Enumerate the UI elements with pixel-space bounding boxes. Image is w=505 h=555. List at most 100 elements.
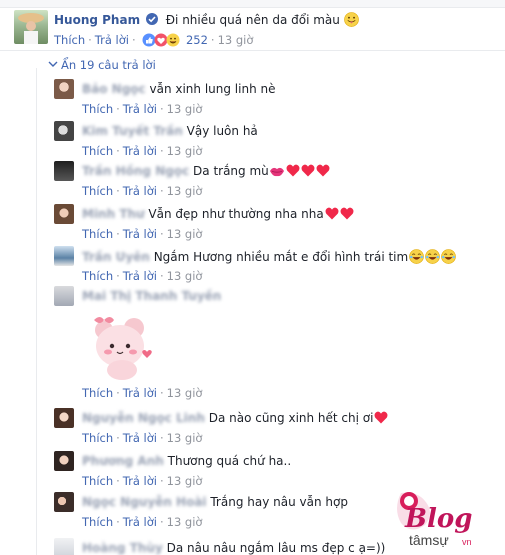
like-button[interactable]: Thích (82, 102, 113, 116)
laughing-emoji-icon (441, 249, 457, 264)
sticker-image (82, 308, 162, 384)
reply-button[interactable]: Trả lời (123, 431, 157, 445)
like-button[interactable]: Thích (82, 474, 113, 488)
reply-button[interactable]: Trả lời (123, 144, 157, 158)
reply-text-line: Trần Uyên Ngắm Hương nhiều mắt e đổi hìn… (82, 249, 457, 264)
reply-author[interactable]: Hoàng Thùy (82, 541, 163, 555)
reply-text: Da nào cũng xinh hết chị ơi (208, 411, 374, 425)
reply-text: Vẫn đẹp như thường nha nha (148, 207, 324, 221)
reply-avatar[interactable] (54, 79, 74, 99)
heart-emoji-icon (374, 411, 388, 424)
reply-actions: Thích · Trả lời · 13 giờ (82, 184, 203, 198)
reply-item: Nguyễn Ngọc Linh Da nào cũng xinh hết ch… (54, 408, 494, 448)
reactions-icon[interactable] (142, 33, 182, 47)
reply-avatar[interactable] (54, 538, 74, 555)
watermark-suffix: vn (462, 537, 472, 547)
reply-actions: Thích · Trả lời · 13 giờ (82, 269, 203, 283)
watermark-sub: tâmsự (409, 532, 449, 548)
tongue-emoji-icon (343, 12, 359, 27)
reply-avatar[interactable] (54, 286, 74, 306)
reply-author[interactable]: Trần Hồng Ngọc (82, 164, 189, 178)
reply-text: Da nâu nâu ngắm lâu ms đẹp c ạ=)) (166, 541, 386, 555)
reply-actions: Thích · Trả lời · 13 giờ (82, 386, 203, 400)
reply-button[interactable]: Trả lời (123, 227, 157, 241)
reply-avatar[interactable] (54, 161, 74, 181)
comment-time[interactable]: 13 giờ (167, 515, 203, 529)
laughing-emoji-icon (425, 249, 441, 264)
reply-actions: Thích · Trả lời · 13 giờ (82, 474, 203, 488)
reply-author[interactable]: Nguyễn Ngọc Linh (82, 411, 205, 425)
reply-avatar[interactable] (54, 451, 74, 471)
main-comment-actions: Thích · Trả lời · 252 · 13 giờ (54, 33, 254, 47)
heart-emoji-icon (340, 207, 354, 220)
reply-item: Minh Thư Vẫn đẹp như thường nha nha Thích… (54, 204, 494, 244)
reply-author[interactable]: Mai Thị Thanh Tuyền (82, 289, 221, 303)
like-button[interactable]: Thích (82, 227, 113, 241)
like-button[interactable]: Thích (82, 431, 113, 445)
like-button[interactable]: Thích (82, 144, 113, 158)
like-button[interactable]: Thích (82, 184, 113, 198)
reply-button[interactable]: Trả lời (123, 474, 157, 488)
reply-avatar[interactable] (54, 204, 74, 224)
like-button[interactable]: Thích (54, 33, 85, 47)
reply-text: Ngắm Hương nhiều mắt e đổi hình trái tim (153, 250, 409, 264)
reply-author[interactable]: Bảo Ngọc (82, 82, 146, 96)
reply-author[interactable]: Ngọc Nguyễn Hoài (82, 495, 207, 509)
main-comment-avatar[interactable] (14, 10, 48, 44)
hide-replies-toggle[interactable]: Ẩn 19 câu trả lời (48, 57, 156, 72)
reply-item: Trần Hồng Ngọc Da trắng mù Thích · Trả lời ·… (54, 161, 494, 201)
hide-replies-label[interactable]: Ẩn 19 câu trả lời (61, 58, 156, 72)
reply-avatar[interactable] (54, 408, 74, 428)
reply-text: vẫn xinh lung linh nè (149, 82, 276, 96)
reply-text-line: Nguyễn Ngọc Linh Da nào cũng xinh hết ch… (82, 411, 388, 425)
comment-time[interactable]: 13 giờ (167, 431, 203, 445)
reply-avatar[interactable] (54, 121, 74, 141)
reply-button[interactable]: Trả lời (123, 386, 157, 400)
main-comment-author[interactable]: Huong Pham (54, 13, 140, 27)
comment-time[interactable]: 13 giờ (167, 184, 203, 198)
reply-author[interactable]: Minh Thư (82, 207, 145, 221)
watermark-word: Blog (404, 504, 472, 534)
reply-item: Trần Uyên Ngắm Hương nhiều mắt e đổi hìn… (54, 246, 494, 286)
reply-item: Bảo Ngọc vẫn xinh lung linh nè Thích · Trả … (54, 79, 494, 119)
comment-time[interactable]: 13 giờ (167, 474, 203, 488)
reply-button[interactable]: Trả lời (95, 33, 129, 47)
comment-time[interactable]: 13 giờ (167, 269, 203, 283)
like-button[interactable]: Thích (82, 515, 113, 529)
reply-text-line: Bảo Ngọc vẫn xinh lung linh nè (82, 82, 275, 96)
reply-avatar[interactable] (54, 246, 74, 266)
reply-avatar[interactable] (54, 492, 74, 512)
reply-item: Kim Tuyết Trần Vậy luôn hả Thích · Trả lời ·… (54, 121, 494, 161)
reply-text-line: Kim Tuyết Trần Vậy luôn hả (82, 124, 258, 138)
reply-button[interactable]: Trả lời (123, 269, 157, 283)
reply-author[interactable]: Trần Uyên (82, 250, 150, 264)
comment-time[interactable]: 13 giờ (167, 102, 203, 116)
reply-actions: Thích · Trả lời · 13 giờ (82, 515, 203, 529)
heart-emoji-icon (325, 207, 339, 220)
comment-time[interactable]: 13 giờ (167, 144, 203, 158)
laughing-emoji-icon (409, 249, 425, 264)
reply-button[interactable]: Trả lời (123, 102, 157, 116)
reply-text: Vậy luôn hả (186, 124, 258, 138)
heart-emoji-icon (286, 164, 300, 177)
like-button[interactable]: Thích (82, 269, 113, 283)
reply-text-line: Hoàng Thùy Da nâu nâu ngắm lâu ms đẹp c … (82, 541, 385, 555)
reply-text-line: Minh Thư Vẫn đẹp như thường nha nha (82, 207, 354, 221)
comment-time[interactable]: 13 giờ (218, 33, 254, 47)
reaction-count[interactable]: 252 (186, 33, 208, 47)
reply-author[interactable]: Phương Anh (82, 454, 164, 468)
comment-time[interactable]: 13 giờ (167, 386, 203, 400)
reply-button[interactable]: Trả lời (123, 515, 157, 529)
like-button[interactable]: Thích (82, 386, 113, 400)
avatar-photo-icon (18, 13, 44, 44)
reply-author[interactable]: Kim Tuyết Trần (82, 124, 183, 138)
top-strip (0, 0, 505, 8)
reply-button[interactable]: Trả lời (123, 184, 157, 198)
kiss-lips-icon (269, 165, 285, 180)
heart-emoji-icon (316, 164, 330, 177)
thread-line (36, 68, 37, 555)
reply-actions: Thích · Trả lời · 13 giờ (82, 431, 203, 445)
reply-text-line: Mai Thị Thanh Tuyền (82, 289, 221, 303)
comment-time[interactable]: 13 giờ (167, 227, 203, 241)
reply-text-line: Trần Hồng Ngọc Da trắng mù (82, 164, 330, 180)
